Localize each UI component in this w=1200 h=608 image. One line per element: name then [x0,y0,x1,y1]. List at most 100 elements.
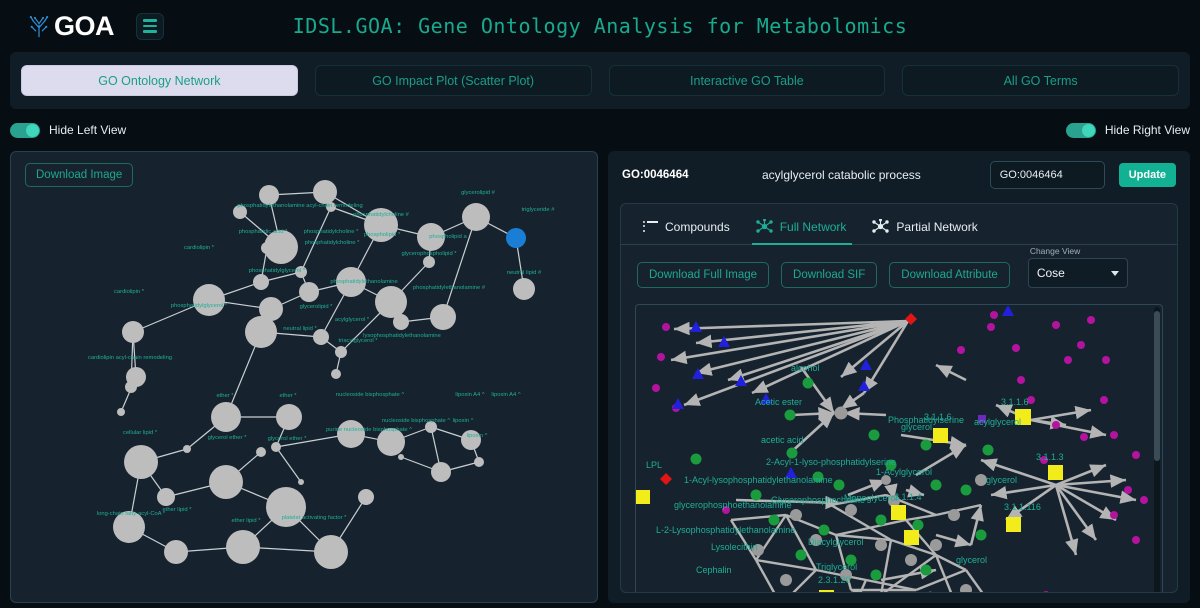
svg-text:glycerophospholipid *: glycerophospholipid * [401,251,457,257]
change-view-label: Change View [1029,246,1081,256]
svg-text:phosphatidylethanolamine #: phosphatidylethanolamine # [413,285,486,291]
svg-text:lipoxin ^: lipoxin ^ [453,418,474,424]
hamburger-bar [143,24,158,28]
hide-left-view-toggle[interactable]: Hide Left View [10,122,127,138]
go-term-name: acylglycerol catabolic process [762,168,921,182]
tab-bar: GO Ontology Network GO Impact Plot (Scat… [10,52,1190,109]
go-term-header: GO:0046464 acylglycerol catabolic proces… [608,151,1190,193]
view-toggle-row: Hide Left View Hide Right View [10,117,1190,143]
svg-text:acylglycerol: acylglycerol [974,417,1021,427]
svg-text:acetic acid: acetic acid [761,435,804,445]
subtab-compounds-label: Compounds [665,219,730,234]
svg-text:glycerol: glycerol [926,592,957,593]
svg-text:glycerol: glycerol [956,555,987,565]
download-image-button[interactable]: Download Image [25,163,134,187]
list-icon [643,221,658,232]
svg-text:L-2-Lysophosphatidylethanolami: L-2-Lysophosphatidylethanolamine [656,525,795,535]
network-hub-icon [756,219,773,233]
subtab-partial-network[interactable]: Partial Network [862,212,993,244]
graph-edges [120,191,525,553]
svg-text:nucleoside bisphosphate ^: nucleoside bisphosphate ^ [382,418,450,424]
svg-text:phosphatidic acid *: phosphatidic acid * [239,229,288,235]
svg-text:phosphatidylglycerol *: phosphatidylglycerol * [249,268,306,274]
svg-text:phosphatidylcholine #: phosphatidylcholine # [353,212,410,218]
hide-right-view-label: Hide Right View [1104,123,1190,137]
svg-text:Cephalin: Cephalin [696,565,732,575]
svg-text:lipoxin ^: lipoxin ^ [467,433,488,439]
subtab-full-network-label: Full Network [779,219,847,234]
main-content: Download Image phosphatidylethanolamine … [10,151,1190,603]
svg-text:3.1.1.6: 3.1.1.6 [924,412,952,422]
scrollbar-thumb[interactable] [1154,311,1160,461]
network-toolbar: Download Full Image Download SIF Downloa… [621,245,1177,298]
page-title: IDSL.GOA: Gene Ontology Analysis for Met… [292,14,908,38]
svg-text:long-chain fatty-acyl-CoA *: long-chain fatty-acyl-CoA * [97,511,166,517]
svg-text:ether lipid *: ether lipid * [162,507,192,513]
svg-text:Triglycerol: Triglycerol [816,562,857,572]
svg-text:cardiolipin acyl-chain remodel: cardiolipin acyl-chain remodeling [88,355,172,361]
svg-text:glycerol ether *: glycerol ether * [268,436,307,442]
tab-go-impact-plot[interactable]: GO Impact Plot (Scatter Plot) [314,65,592,96]
svg-text:cardiolipin *: cardiolipin * [184,245,215,251]
svg-text:Diacylglycerol: Diacylglycerol [808,537,864,547]
svg-text:ether *: ether * [279,393,297,399]
svg-text:3.1.1.6: 3.1.1.6 [1001,397,1029,407]
tab-all-go-terms[interactable]: All GO Terms [902,65,1179,96]
download-attribute-button[interactable]: Download Attribute [889,262,1010,288]
svg-text:lipoxin A4 ^: lipoxin A4 ^ [491,392,520,398]
svg-text:Lysolecithin: Lysolecithin [711,542,758,552]
svg-text:triglyceride #: triglyceride # [522,207,556,213]
change-view-select[interactable]: Cose [1027,258,1128,288]
ontology-network-graph[interactable]: phosphatidylethanolamine acyl-chain remo… [11,152,598,603]
hide-left-view-label: Hide Left View [49,123,127,137]
go-detail-panel: GO:0046464 acylglycerol catabolic proces… [608,151,1190,603]
network-subtabs: Compounds Full Network Partial Network [621,204,1177,245]
toggle-switch[interactable] [1065,122,1096,138]
go-id-input[interactable] [989,161,1105,189]
svg-text:phospholipid a: phospholipid a [429,234,467,240]
svg-text:neutral lipid #: neutral lipid # [507,270,542,276]
svg-text:glycerolipid *: glycerolipid * [300,304,334,310]
svg-text:lipoxin A4 ^: lipoxin A4 ^ [455,392,484,398]
svg-text:1-Acyl-lysophosphatidylethanol: 1-Acyl-lysophosphatidylethanolamine [684,475,833,485]
tab-interactive-go-table[interactable]: Interactive GO Table [608,65,886,96]
svg-text:neutral lipid *: neutral lipid * [283,326,317,332]
hamburger-icon[interactable] [136,12,165,40]
svg-text:ether lipid *: ether lipid * [231,518,261,524]
svg-text:phosphatidylcholine *: phosphatidylcholine * [304,229,360,235]
download-sif-button[interactable]: Download SIF [781,262,878,288]
tab-go-ontology-network[interactable]: GO Ontology Network [21,65,298,96]
svg-text:triacylglycerol *: triacylglycerol * [339,338,379,344]
download-full-image-button[interactable]: Download Full Image [637,262,770,288]
subtab-partial-network-label: Partial Network [896,219,978,234]
full-network-graph-container[interactable]: alcohol Acetic ester acetic acid Phospha… [635,304,1163,593]
svg-text:phospholipid *: phospholipid * [364,232,401,238]
graph-scrollbar[interactable] [1154,307,1160,592]
svg-text:glycerol: glycerol [901,422,932,432]
chevron-down-icon [1110,270,1119,276]
svg-text:Acetic ester: Acetic ester [755,397,802,407]
coral-logo-icon [29,16,49,38]
svg-text:3.1.1.3: 3.1.1.3 [1036,452,1064,462]
network-hub-icon [872,219,890,233]
go-id: GO:0046464 [622,169,689,181]
svg-text:3.1.1.4: 3.1.1.4 [894,492,922,502]
subtab-compounds[interactable]: Compounds [633,213,746,244]
hide-right-view-toggle[interactable]: Hide Right View [1065,122,1190,138]
svg-text:nucleoside bisphosphate ^: nucleoside bisphosphate ^ [336,392,404,398]
svg-text:cardiolipin *: cardiolipin * [114,289,145,295]
change-view-value: Cose [1036,266,1065,280]
brand-text: GOA [54,10,115,41]
app-header: GOA IDSL.GOA: Gene Ontology Analysis for… [0,0,1200,52]
svg-text:2-Acyl-1-lyso-phosphatidylseri: 2-Acyl-1-lyso-phosphatidylserine [766,457,896,467]
network-card: Compounds Full Network Partial Network D… [620,203,1178,593]
full-network-graph[interactable]: alcohol Acetic ester acetic acid Phospha… [636,305,1163,593]
svg-text:phosphatidylcholine *: phosphatidylcholine * [305,240,361,246]
svg-text:glycerolipid #: glycerolipid # [461,190,496,196]
toggle-switch[interactable] [10,122,40,138]
update-button[interactable]: Update [1118,163,1176,187]
svg-text:Monoglycerol: Monoglycerol [844,493,898,503]
svg-text:2.3.1.20: 2.3.1.20 [818,575,851,585]
svg-text:alcohol: alcohol [791,363,820,373]
subtab-full-network[interactable]: Full Network [746,212,863,245]
